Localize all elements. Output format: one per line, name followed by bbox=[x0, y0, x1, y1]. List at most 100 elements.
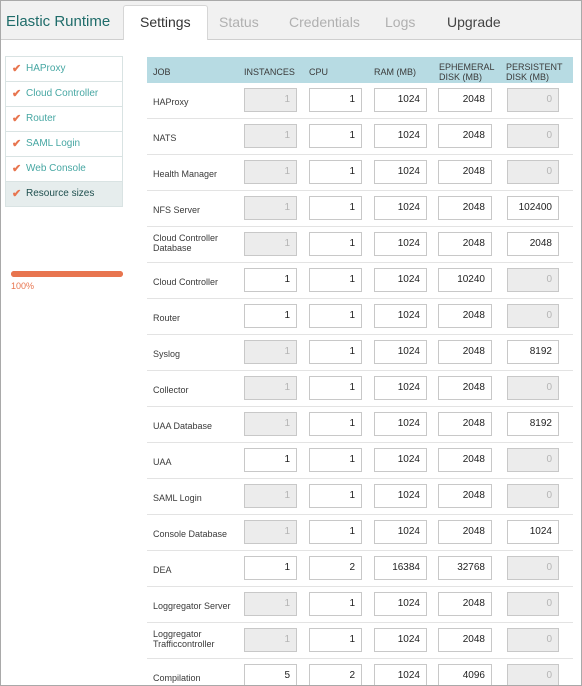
ram-input[interactable]: 1024 bbox=[374, 124, 427, 148]
tab-upgrade[interactable]: Upgrade bbox=[447, 14, 501, 30]
ram-input[interactable]: 1024 bbox=[374, 592, 427, 616]
instances-input: 1 bbox=[244, 412, 297, 436]
header-persistent-disk: PERSISTENT DISK (MB) bbox=[506, 62, 563, 82]
ram-input[interactable]: 1024 bbox=[374, 232, 427, 256]
ephemeral-disk-input[interactable]: 2048 bbox=[438, 376, 492, 400]
checkmark-icon: ✔ bbox=[12, 163, 22, 175]
cpu-input[interactable]: 1 bbox=[309, 304, 362, 328]
instances-input: 1 bbox=[244, 88, 297, 112]
sidebar-item-saml-login[interactable]: ✔ SAML Login bbox=[5, 132, 123, 157]
ephemeral-disk-input[interactable]: 2048 bbox=[438, 592, 492, 616]
cpu-input[interactable]: 1 bbox=[309, 520, 362, 544]
instances-input[interactable]: 5 bbox=[244, 664, 297, 685]
cpu-input[interactable]: 1 bbox=[309, 268, 362, 292]
ram-input[interactable]: 1024 bbox=[374, 160, 427, 184]
sidebar-item-cloud-controller[interactable]: ✔ Cloud Controller bbox=[5, 82, 123, 107]
ephemeral-disk-input[interactable]: 2048 bbox=[438, 412, 492, 436]
header-job: JOB bbox=[153, 67, 171, 77]
cpu-input[interactable]: 1 bbox=[309, 160, 362, 184]
ram-input[interactable]: 1024 bbox=[374, 304, 427, 328]
ram-input[interactable]: 1024 bbox=[374, 376, 427, 400]
ephemeral-disk-input[interactable]: 2048 bbox=[438, 196, 492, 220]
cpu-input[interactable]: 1 bbox=[309, 340, 362, 364]
instances-input[interactable]: 1 bbox=[244, 448, 297, 472]
ephemeral-disk-input[interactable]: 10240 bbox=[438, 268, 492, 292]
resource-sizes-table: JOB INSTANCES CPU RAM (MB) EPHEMERAL DIS… bbox=[147, 57, 573, 685]
tab-settings[interactable]: Settings bbox=[123, 5, 208, 40]
ephemeral-disk-input[interactable]: 4096 bbox=[438, 664, 492, 685]
persistent-disk-input: 0 bbox=[507, 628, 559, 652]
cpu-input[interactable]: 1 bbox=[309, 628, 362, 652]
sidebar: ✔ HAProxy ✔ Cloud Controller ✔ Router ✔ SAML Lo… bbox=[5, 56, 123, 291]
ram-input[interactable]: 1024 bbox=[374, 484, 427, 508]
ram-input[interactable]: 1024 bbox=[374, 88, 427, 112]
cpu-input[interactable]: 1 bbox=[309, 124, 362, 148]
ephemeral-disk-input[interactable]: 2048 bbox=[438, 160, 492, 184]
ram-input[interactable]: 1024 bbox=[374, 268, 427, 292]
instances-input[interactable]: 1 bbox=[244, 556, 297, 580]
table-row: UAA 1 1 1024 2048 0 bbox=[147, 443, 573, 479]
ram-input[interactable]: 1024 bbox=[374, 664, 427, 685]
persistent-disk-input: 0 bbox=[507, 448, 559, 472]
persistent-disk-input[interactable]: 8192 bbox=[507, 340, 559, 364]
sidebar-item-haproxy[interactable]: ✔ HAProxy bbox=[5, 56, 123, 82]
ephemeral-disk-input[interactable]: 2048 bbox=[438, 628, 492, 652]
ephemeral-disk-input[interactable]: 32768 bbox=[438, 556, 492, 580]
cpu-input[interactable]: 1 bbox=[309, 448, 362, 472]
ram-input[interactable]: 1024 bbox=[374, 448, 427, 472]
job-name: NATS bbox=[153, 133, 177, 143]
sidebar-item-resource-sizes[interactable]: ✔ Resource sizes bbox=[5, 182, 123, 207]
cpu-input[interactable]: 2 bbox=[309, 556, 362, 580]
persistent-disk-input[interactable]: 8192 bbox=[507, 412, 559, 436]
ram-input[interactable]: 1024 bbox=[374, 412, 427, 436]
ram-input[interactable]: 1024 bbox=[374, 520, 427, 544]
tab-status[interactable]: Status bbox=[219, 14, 259, 30]
persistent-disk-input[interactable]: 102400 bbox=[507, 196, 559, 220]
job-name: Cloud Controller bbox=[153, 277, 219, 287]
ephemeral-disk-input[interactable]: 2048 bbox=[438, 520, 492, 544]
cpu-input[interactable]: 2 bbox=[309, 664, 362, 685]
ram-input[interactable]: 1024 bbox=[374, 628, 427, 652]
cpu-input[interactable]: 1 bbox=[309, 484, 362, 508]
table-row: Compilation 5 2 1024 4096 0 bbox=[147, 659, 573, 685]
persistent-disk-input: 0 bbox=[507, 556, 559, 580]
top-bar: Elastic Runtime Settings Status Credenti… bbox=[1, 1, 581, 40]
ram-input[interactable]: 1024 bbox=[374, 196, 427, 220]
job-name: Syslog bbox=[153, 349, 181, 359]
instances-input: 1 bbox=[244, 160, 297, 184]
sidebar-item-label: Web Console bbox=[26, 163, 86, 174]
progress-label: 100% bbox=[11, 281, 35, 291]
tab-credentials[interactable]: Credentials bbox=[289, 14, 360, 30]
instances-input[interactable]: 1 bbox=[244, 268, 297, 292]
ephemeral-disk-input[interactable]: 2048 bbox=[438, 340, 492, 364]
cpu-input[interactable]: 1 bbox=[309, 88, 362, 112]
ram-input[interactable]: 1024 bbox=[374, 340, 427, 364]
persistent-disk-input: 0 bbox=[507, 268, 559, 292]
ram-input[interactable]: 16384 bbox=[374, 556, 427, 580]
sidebar-item-label: SAML Login bbox=[26, 138, 81, 149]
instances-input: 1 bbox=[244, 376, 297, 400]
cpu-input[interactable]: 1 bbox=[309, 376, 362, 400]
ephemeral-disk-input[interactable]: 2048 bbox=[438, 124, 492, 148]
sidebar-item-web-console[interactable]: ✔ Web Console bbox=[5, 157, 123, 182]
cpu-input[interactable]: 1 bbox=[309, 412, 362, 436]
cpu-input[interactable]: 1 bbox=[309, 592, 362, 616]
instances-input: 1 bbox=[244, 628, 297, 652]
sidebar-item-router[interactable]: ✔ Router bbox=[5, 107, 123, 132]
instances-input: 1 bbox=[244, 124, 297, 148]
persistent-disk-input[interactable]: 1024 bbox=[507, 520, 559, 544]
ephemeral-disk-input[interactable]: 2048 bbox=[438, 232, 492, 256]
ephemeral-disk-input[interactable]: 2048 bbox=[438, 484, 492, 508]
ephemeral-disk-input[interactable]: 2048 bbox=[438, 448, 492, 472]
instances-input[interactable]: 1 bbox=[244, 304, 297, 328]
cpu-input[interactable]: 1 bbox=[309, 232, 362, 256]
persistent-disk-input: 0 bbox=[507, 160, 559, 184]
ephemeral-disk-input[interactable]: 2048 bbox=[438, 304, 492, 328]
tab-logs[interactable]: Logs bbox=[385, 14, 415, 30]
cpu-input[interactable]: 1 bbox=[309, 196, 362, 220]
job-name: Health Manager bbox=[153, 169, 218, 179]
instances-input: 1 bbox=[244, 484, 297, 508]
persistent-disk-input[interactable]: 2048 bbox=[507, 232, 559, 256]
persistent-disk-input: 0 bbox=[507, 592, 559, 616]
ephemeral-disk-input[interactable]: 2048 bbox=[438, 88, 492, 112]
